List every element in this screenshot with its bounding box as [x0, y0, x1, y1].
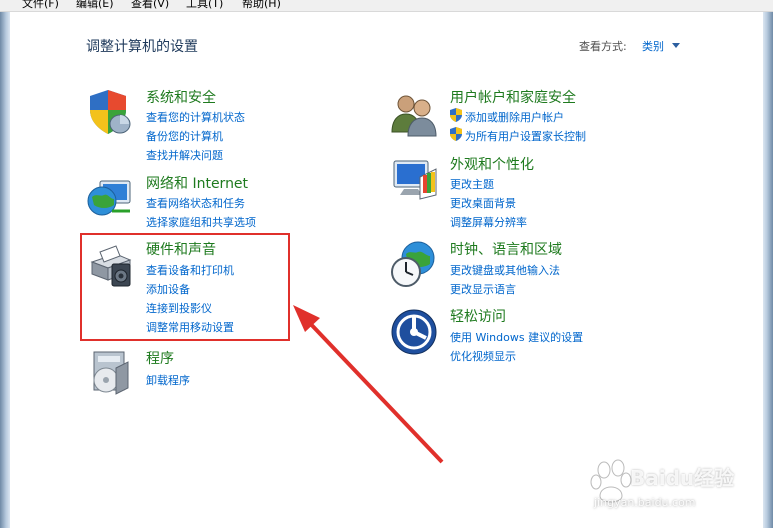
watermark-brand: Baidu经验	[630, 466, 735, 490]
annotation-arrow	[293, 305, 444, 464]
watermark-url: jingyan.baidu.com	[594, 496, 696, 509]
